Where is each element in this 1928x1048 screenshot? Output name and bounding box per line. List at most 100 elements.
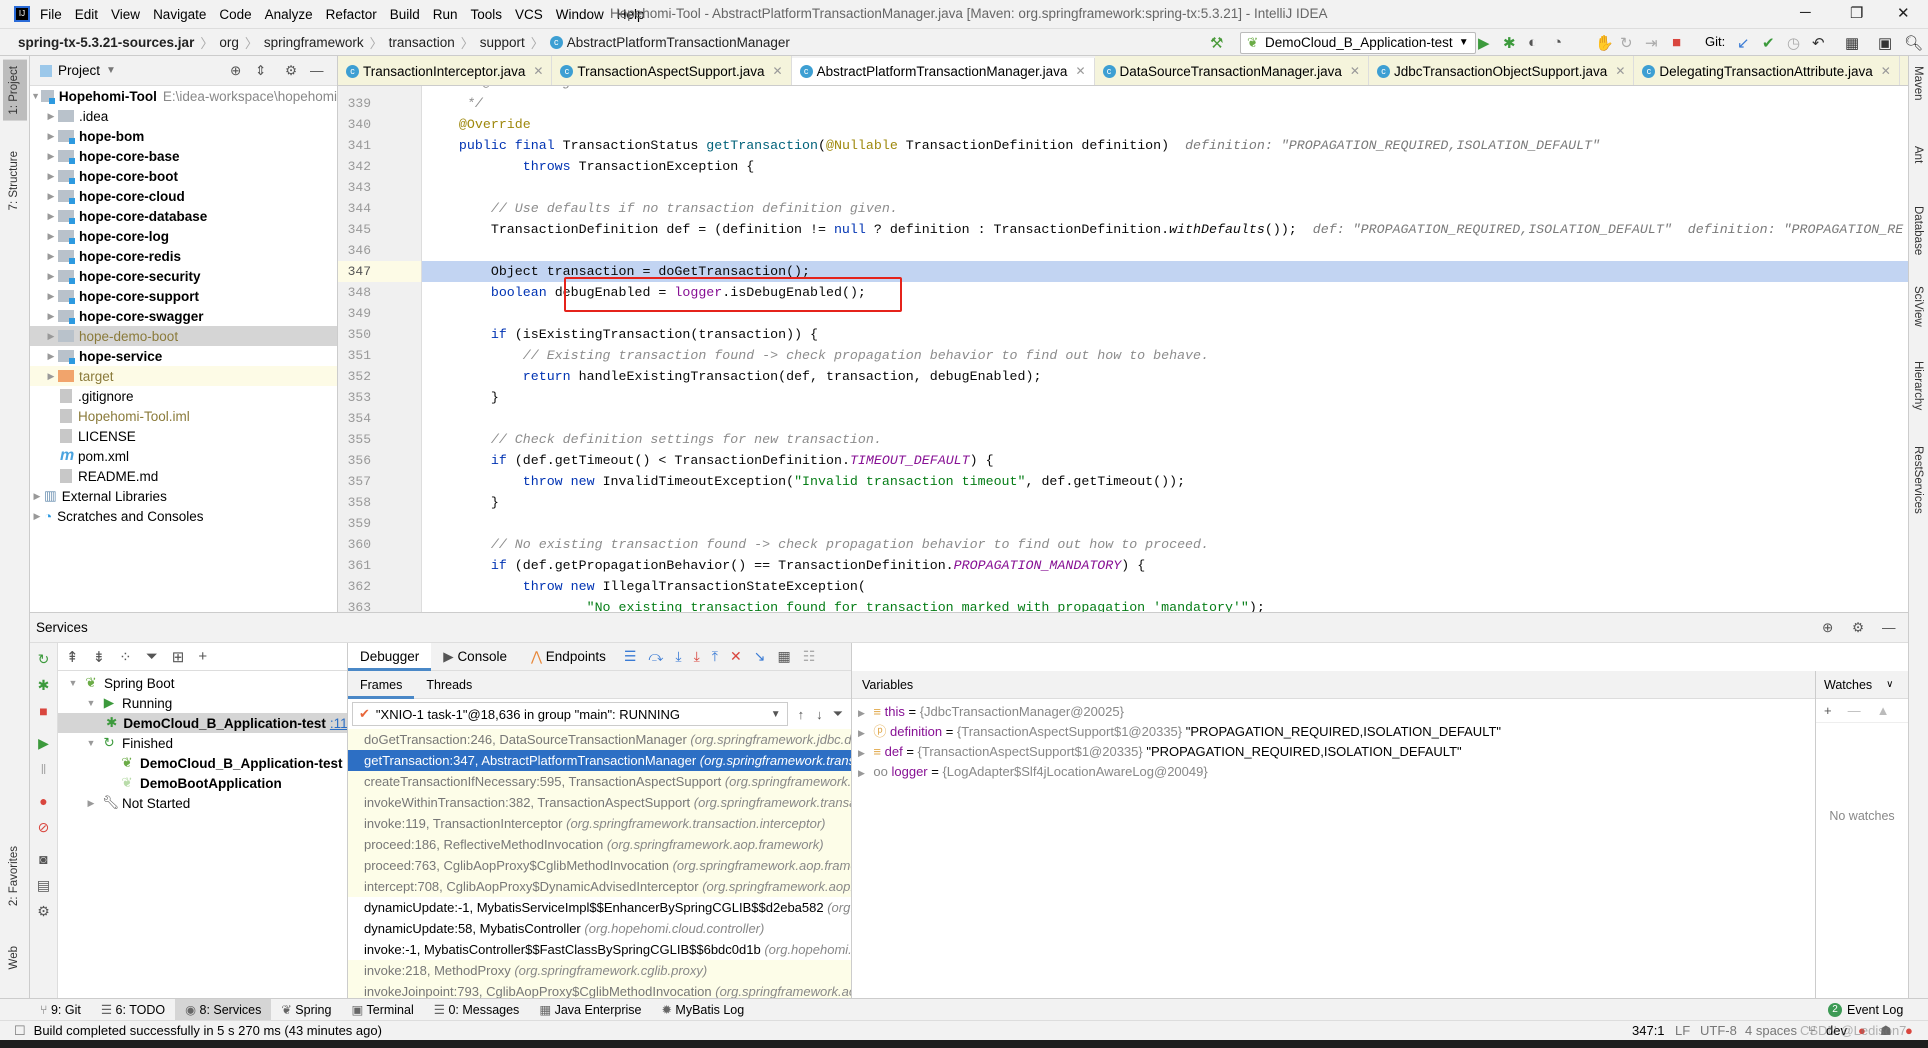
drop-frame-icon[interactable]: ✕ <box>730 648 742 665</box>
close-button[interactable]: ✕ <box>1897 4 1910 22</box>
editor-tab[interactable]: c DataSourceTransactionManager.java ✕ <box>1094 56 1369 85</box>
stack-frame[interactable]: intercept:708, CglibAopProxy$DynamicAdvi… <box>348 876 851 897</box>
project-view-select[interactable]: Project <box>58 63 100 78</box>
tool-window-tab[interactable]: ☰ 6: TODO <box>91 999 175 1021</box>
stop-icon[interactable]: ■ <box>30 703 57 721</box>
variable-row[interactable]: ▶ ⓟ definition = {TransactionAspectSuppo… <box>852 722 1815 742</box>
expand-arrow-icon[interactable]: ▶ <box>44 111 58 122</box>
stack-frame[interactable]: invokeWithinTransaction:382, Transaction… <box>348 792 851 813</box>
layout-icon[interactable]: ▤ <box>30 877 57 895</box>
tree-item[interactable]: ▶ .idea <box>30 106 337 126</box>
code-line[interactable]: throws TransactionException { <box>422 156 1908 177</box>
mute-breakpoints-icon[interactable]: ⊘ <box>30 819 57 837</box>
menu-icon[interactable]: ☰ <box>624 648 637 665</box>
remove-watch-icon[interactable]: — <box>1848 703 1861 718</box>
attach-icon[interactable]: ✋ <box>1595 34 1614 52</box>
coverage-icon[interactable]: ◐ <box>1528 34 1537 51</box>
new-tab-icon[interactable]: ⊞ <box>172 648 185 666</box>
menu-code[interactable]: Code <box>219 7 251 22</box>
run-configuration-select[interactable]: ❦ DemoCloud_B_Application-test ▼ <box>1240 32 1476 54</box>
expand-arrow-icon[interactable]: ▶ <box>84 798 98 809</box>
expand-arrow-icon[interactable]: ▼ <box>30 91 41 101</box>
code-line[interactable]: } <box>422 387 1908 408</box>
menu-run[interactable]: Run <box>433 7 458 22</box>
tool-tab-web[interactable]: Web <box>8 946 20 969</box>
run-to-cursor-icon[interactable]: ↘ <box>754 648 766 665</box>
expand-arrow-icon[interactable]: ▶ <box>858 728 867 738</box>
group-by-icon[interactable]: ⁘ <box>119 648 132 666</box>
expand-arrow-icon[interactable]: ▶ <box>44 271 58 282</box>
target-icon[interactable]: ⊕ <box>1822 620 1833 636</box>
service-tree-item[interactable]: ▼ ↻ Finished <box>58 733 347 753</box>
expand-arrow-icon[interactable]: ▶ <box>44 171 58 182</box>
service-tree-item[interactable]: ▶ 🔧︎ Not Started <box>58 793 347 813</box>
code-line[interactable] <box>422 513 1908 534</box>
hide-panel-icon[interactable]: — <box>310 63 324 78</box>
project-structure-icon[interactable]: ▦ <box>1845 34 1859 52</box>
file-encoding[interactable]: UTF-8 <box>1700 1023 1737 1038</box>
code-line[interactable]: "No existing transaction found for trans… <box>422 597 1908 612</box>
breadcrumb-item[interactable]: org <box>219 35 239 50</box>
menu-edit[interactable]: Edit <box>75 7 98 22</box>
pause-icon[interactable]: ‖ <box>30 761 57 779</box>
camera-icon[interactable]: ◙ <box>30 851 57 869</box>
stack-frame[interactable]: proceed:763, CglibAopProxy$CglibMethodIn… <box>348 855 851 876</box>
tree-item[interactable]: ▶ hope-core-swagger <box>30 306 337 326</box>
tree-item[interactable]: ▶ target <box>30 366 337 386</box>
git-commit-icon[interactable]: ✔ <box>1762 34 1775 52</box>
expand-arrow-icon[interactable]: ▶ <box>44 191 58 202</box>
stack-frame[interactable]: invoke:-1, MybatisController$$FastClassB… <box>348 939 851 960</box>
settings-gear-icon[interactable]: ⚙ <box>30 903 57 921</box>
code-line[interactable] <box>422 408 1908 429</box>
editor-tab[interactable]: cB∨ <box>1899 56 1908 85</box>
tool-tab-sciview[interactable]: SciView <box>1912 286 1924 327</box>
tool-window-tab[interactable]: ⑂ 9: Git <box>30 999 91 1021</box>
search-icon[interactable]: 🔍︎ <box>1904 34 1923 52</box>
breadcrumb-item[interactable]: transaction <box>389 35 455 50</box>
tree-item[interactable]: ▶ hope-core-database <box>30 206 337 226</box>
build-hammer-icon[interactable]: ⚒ <box>1210 34 1223 52</box>
tree-item[interactable]: ▶ hope-core-security <box>30 266 337 286</box>
stack-frame[interactable]: dynamicUpdate:58, MybatisController (org… <box>348 918 851 939</box>
close-tab-icon[interactable]: ✕ <box>1615 64 1625 78</box>
menu-tools[interactable]: Tools <box>471 7 503 22</box>
collapse-all-icon[interactable]: ⇟ <box>93 648 106 666</box>
tree-item-scratches[interactable]: ▶ ◔ Scratches and Consoles <box>30 506 337 526</box>
view-breakpoints-icon[interactable]: ● <box>30 793 57 811</box>
expand-arrow-icon[interactable]: ▶ <box>858 708 867 718</box>
code-line[interactable]: // Existing transaction found -> check p… <box>422 345 1908 366</box>
step-into-icon[interactable]: ⤓ <box>675 648 681 665</box>
step-icon[interactable]: ⇥ <box>1645 34 1658 52</box>
breadcrumb-item[interactable]: spring-tx-5.3.21-sources.jar <box>18 35 194 50</box>
settings-gear-icon[interactable]: ⚙ <box>1852 620 1864 636</box>
step-out-icon[interactable]: ⤒ <box>712 648 718 665</box>
profile-icon[interactable]: ◔ <box>1553 34 1562 51</box>
code-line[interactable]: throw new IllegalTransactionStateExcepti… <box>422 576 1908 597</box>
line-separator[interactable]: LF <box>1675 1023 1690 1038</box>
debug-rerun-icon[interactable]: ✱ <box>30 677 57 695</box>
code-line[interactable]: @Override <box>422 114 1908 135</box>
tree-item[interactable]: LICENSE <box>30 426 337 446</box>
code-line[interactable]: // Use defaults if no transaction defini… <box>422 198 1908 219</box>
git-update-icon[interactable]: ↙ <box>1737 34 1750 52</box>
previous-frame-icon[interactable]: ↑ <box>798 707 805 722</box>
tool-window-tab[interactable]: ▦ Java Enterprise <box>529 999 651 1021</box>
step-over-icon[interactable]: ⤼ <box>648 648 663 665</box>
update-icon[interactable]: ↻ <box>1620 34 1633 52</box>
filter-icon[interactable]: ⏷ <box>833 706 843 722</box>
editor-tab[interactable]: c AbstractPlatformTransactionManager.java… <box>791 57 1095 85</box>
menu-view[interactable]: View <box>111 7 140 22</box>
stack-frame[interactable]: proceed:186, ReflectiveMethodInvocation … <box>348 834 851 855</box>
breadcrumb-item[interactable]: AbstractPlatformTransactionManager <box>567 35 790 50</box>
evaluate-expression-icon[interactable]: ▦ <box>777 648 790 665</box>
expand-arrow-icon[interactable]: ▶ <box>44 151 58 162</box>
indent-setting[interactable]: 4 spaces <box>1745 1023 1797 1038</box>
tool-tab-database[interactable]: Database <box>1912 206 1924 255</box>
resume-icon[interactable]: ▶ <box>30 735 57 753</box>
menu-vcs[interactable]: VCS <box>515 7 543 22</box>
tool-tab-structure[interactable]: 7: Structure <box>8 151 20 210</box>
tree-item[interactable]: ▶ hope-core-base <box>30 146 337 166</box>
event-log-button[interactable]: 2 Event Log <box>1828 999 1903 1021</box>
tool-window-tab[interactable]: ❦ Spring <box>271 999 341 1021</box>
close-tab-icon[interactable]: ✕ <box>773 64 783 78</box>
